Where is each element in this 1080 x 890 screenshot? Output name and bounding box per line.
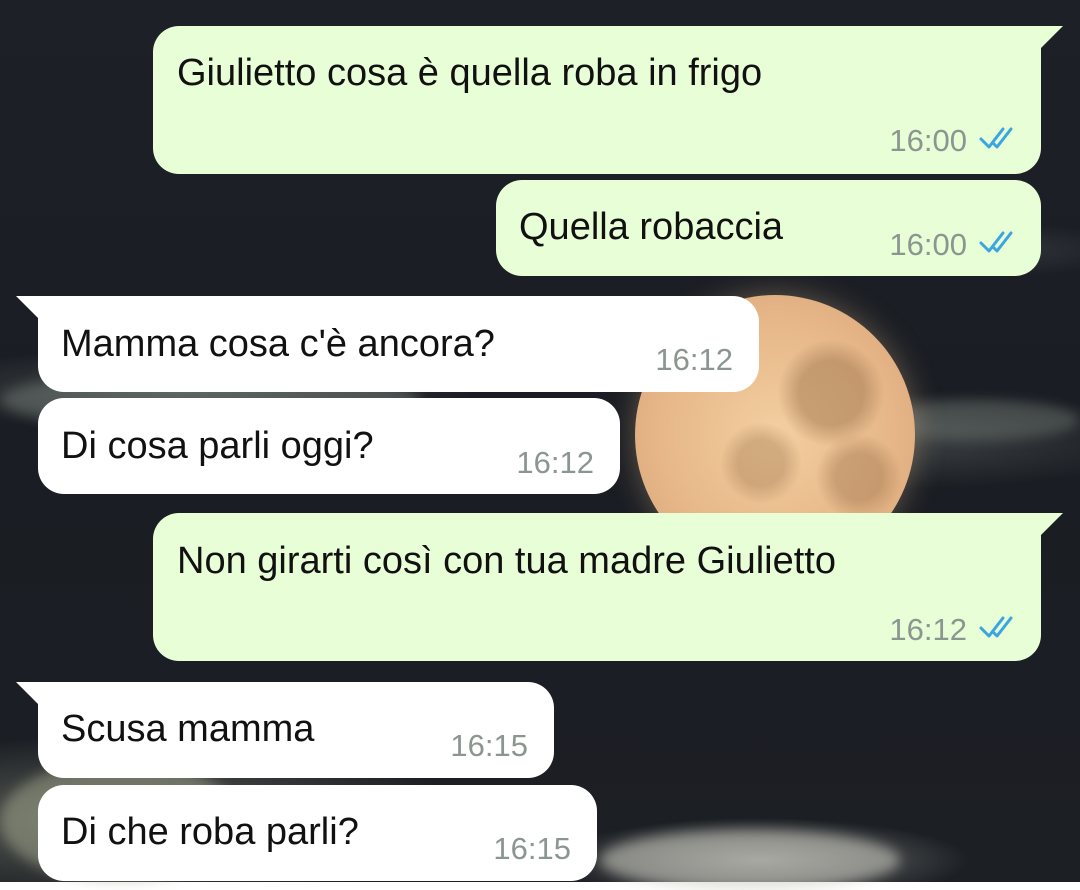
message-text: Di cosa parli oggi? [61,425,374,467]
message-timestamp: 16:12 [655,342,733,377]
read-receipt-icon [979,127,1013,149]
message-text: Quella robaccia [519,206,784,248]
message-text: Non girarti così con tua madre Giulietto [177,540,836,582]
message-timestamp: 16:12 [889,612,967,647]
read-receipt-icon [979,231,1013,253]
message-timestamp: 16:00 [889,227,967,262]
message-timestamp: 16:15 [450,728,528,763]
message-text: Scusa mamma [61,708,315,750]
message-bubble-incoming[interactable]: Scusa mamma 16:15 [16,682,554,778]
message-text: Mamma cosa c'è ancora? [61,323,495,365]
message-text: Di che roba parli? [61,811,359,853]
message-bubble-incoming[interactable]: Mamma cosa c'è ancora? 16:12 [16,296,759,392]
wallpaper-cloud [600,830,900,890]
message-text: Giulietto cosa è quella roba in frigo [177,52,763,94]
read-receipt-icon [979,616,1013,638]
message-bubble-incoming[interactable]: Di cosa parli oggi? 16:12 [38,398,620,494]
message-timestamp: 16:15 [493,831,571,866]
message-bubble-outgoing[interactable]: Non girarti così con tua madre Giulietto… [153,513,1063,661]
message-timestamp: 16:12 [516,445,594,480]
message-timestamp: 16:00 [889,123,967,158]
message-bubble-outgoing[interactable]: Giulietto cosa è quella roba in frigo 16… [153,26,1063,174]
message-bubble-incoming[interactable]: Di che roba parli? 16:15 [38,785,597,881]
message-bubble-outgoing[interactable]: Quella robaccia 16:00 [496,180,1041,276]
